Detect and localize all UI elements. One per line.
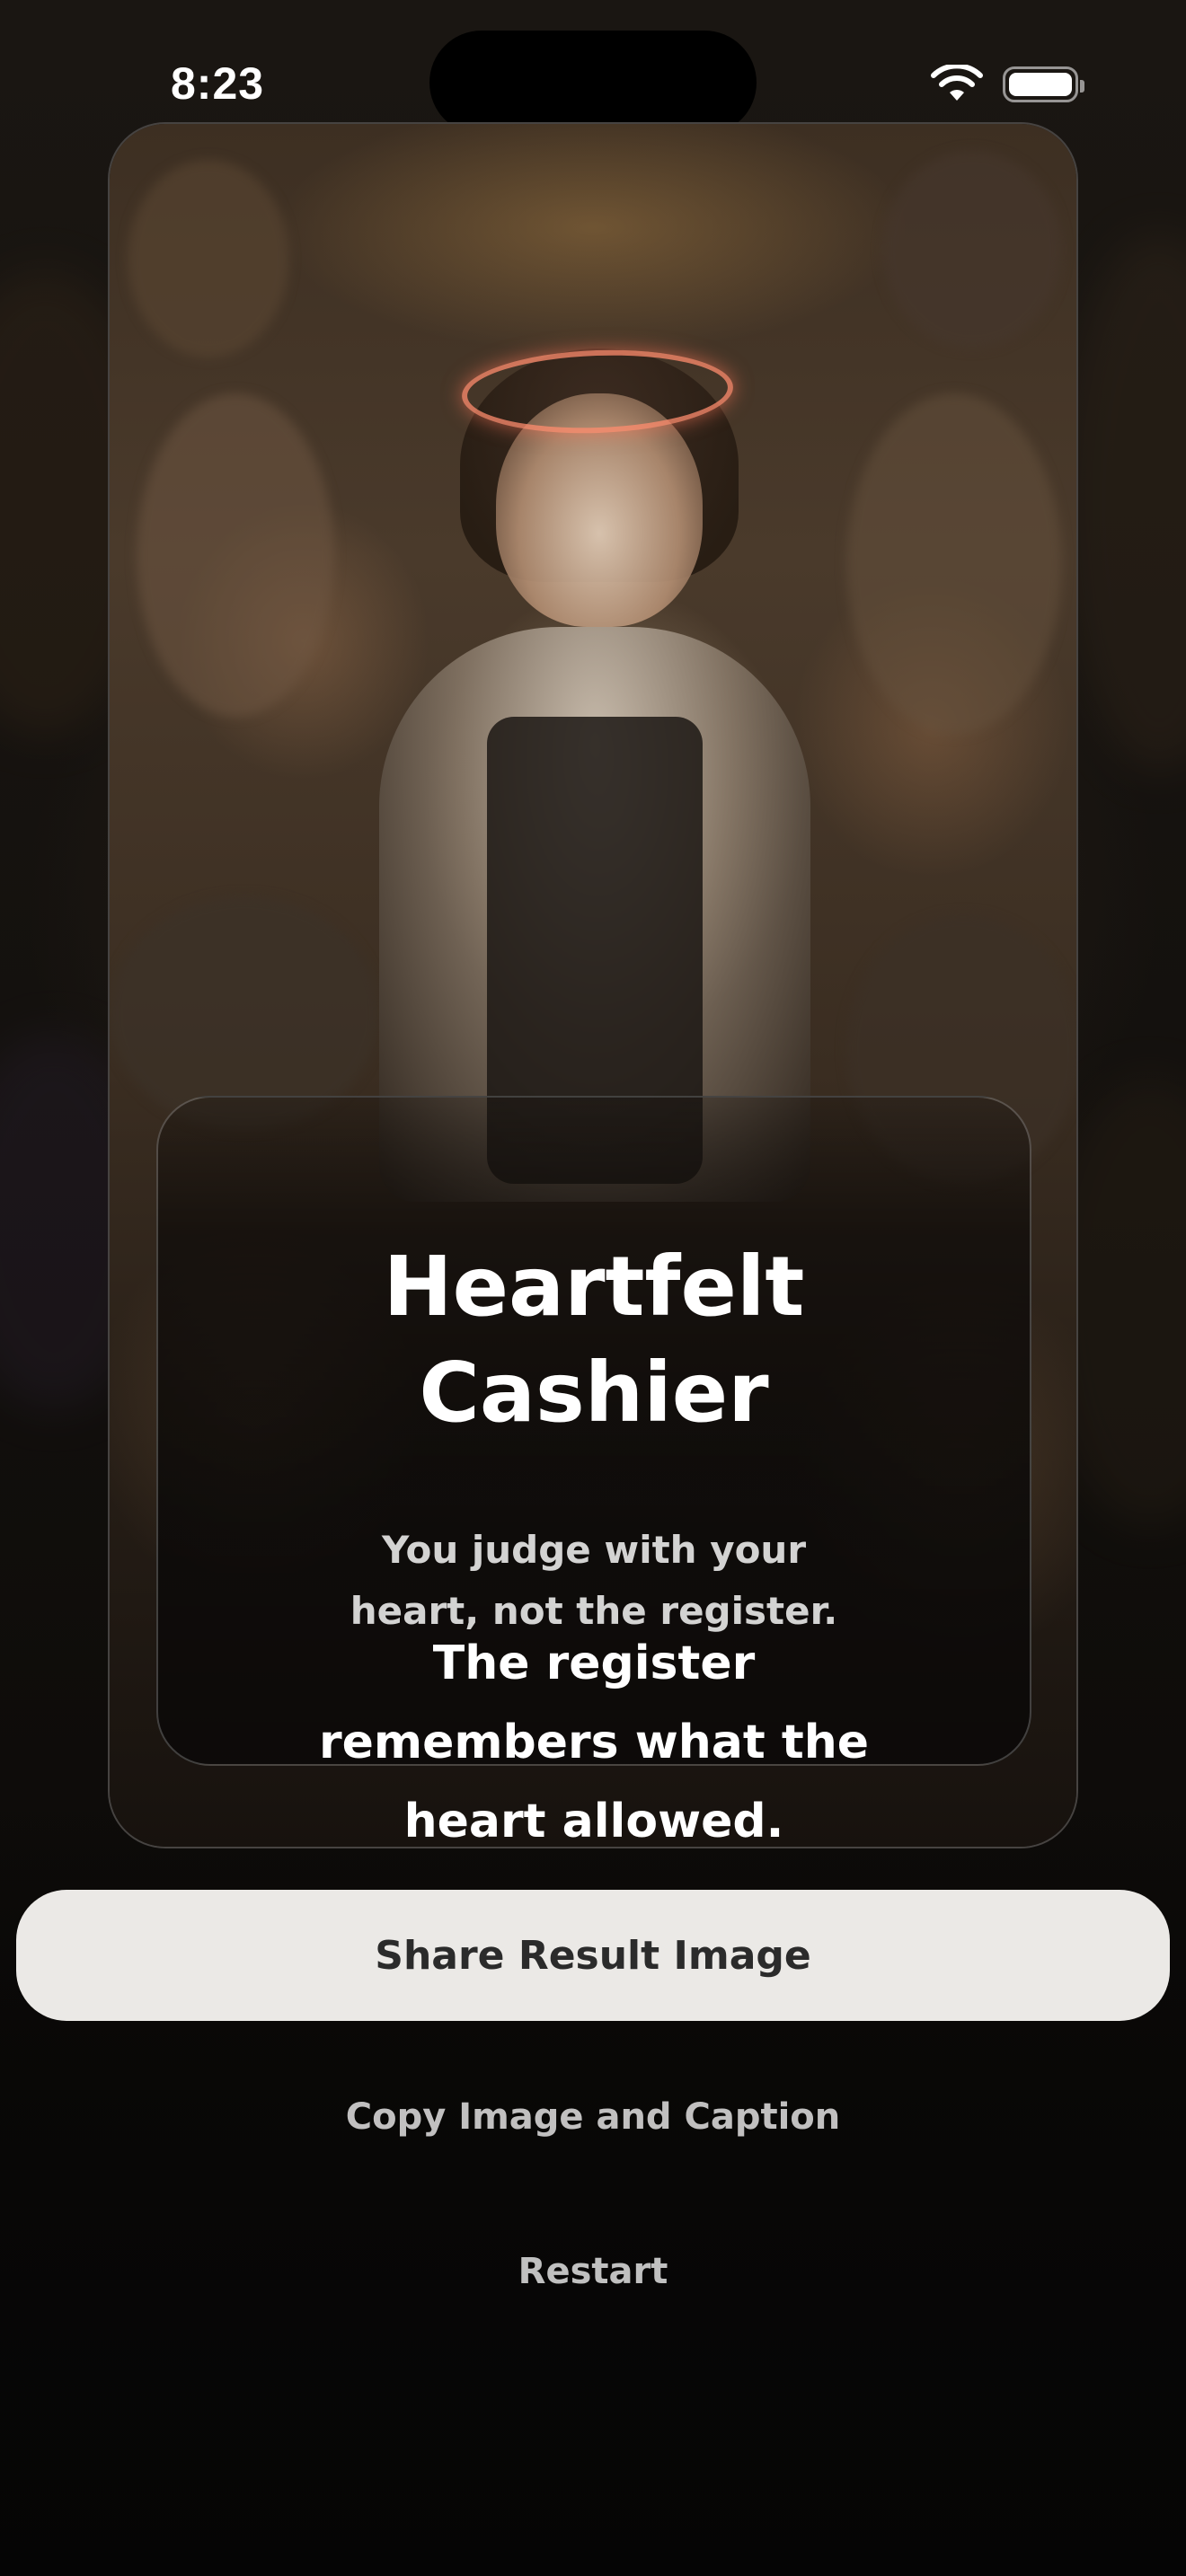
result-card: Heartfelt Cashier You judge with your he… (108, 122, 1078, 1848)
illustration-detail (128, 160, 289, 357)
background-blur (1060, 234, 1186, 772)
illustration-detail (846, 393, 1062, 735)
share-result-image-button[interactable]: Share Result Image (16, 1890, 1170, 2021)
result-screen: 8:23 Heartfelt Cashier You judge with yo… (0, 0, 1186, 2576)
result-title: Heartfelt Cashier (383, 1239, 805, 1441)
dynamic-island (429, 31, 757, 135)
result-tagline: The register remembers what the heart al… (319, 1636, 869, 1848)
illustration-detail (137, 393, 334, 717)
copy-image-and-caption-button[interactable]: Copy Image and Caption (0, 2096, 1186, 2138)
battery-icon (1003, 66, 1084, 102)
home-indicator (467, 2545, 719, 2554)
status-time: 8:23 (171, 58, 265, 109)
status-icons (931, 65, 1084, 104)
restart-button[interactable]: Restart (0, 2251, 1186, 2292)
wifi-icon (931, 65, 983, 104)
illustration-detail (110, 896, 379, 1130)
result-text-panel: Heartfelt Cashier You judge with your he… (156, 1096, 1031, 1847)
illustration-detail (882, 151, 1062, 348)
